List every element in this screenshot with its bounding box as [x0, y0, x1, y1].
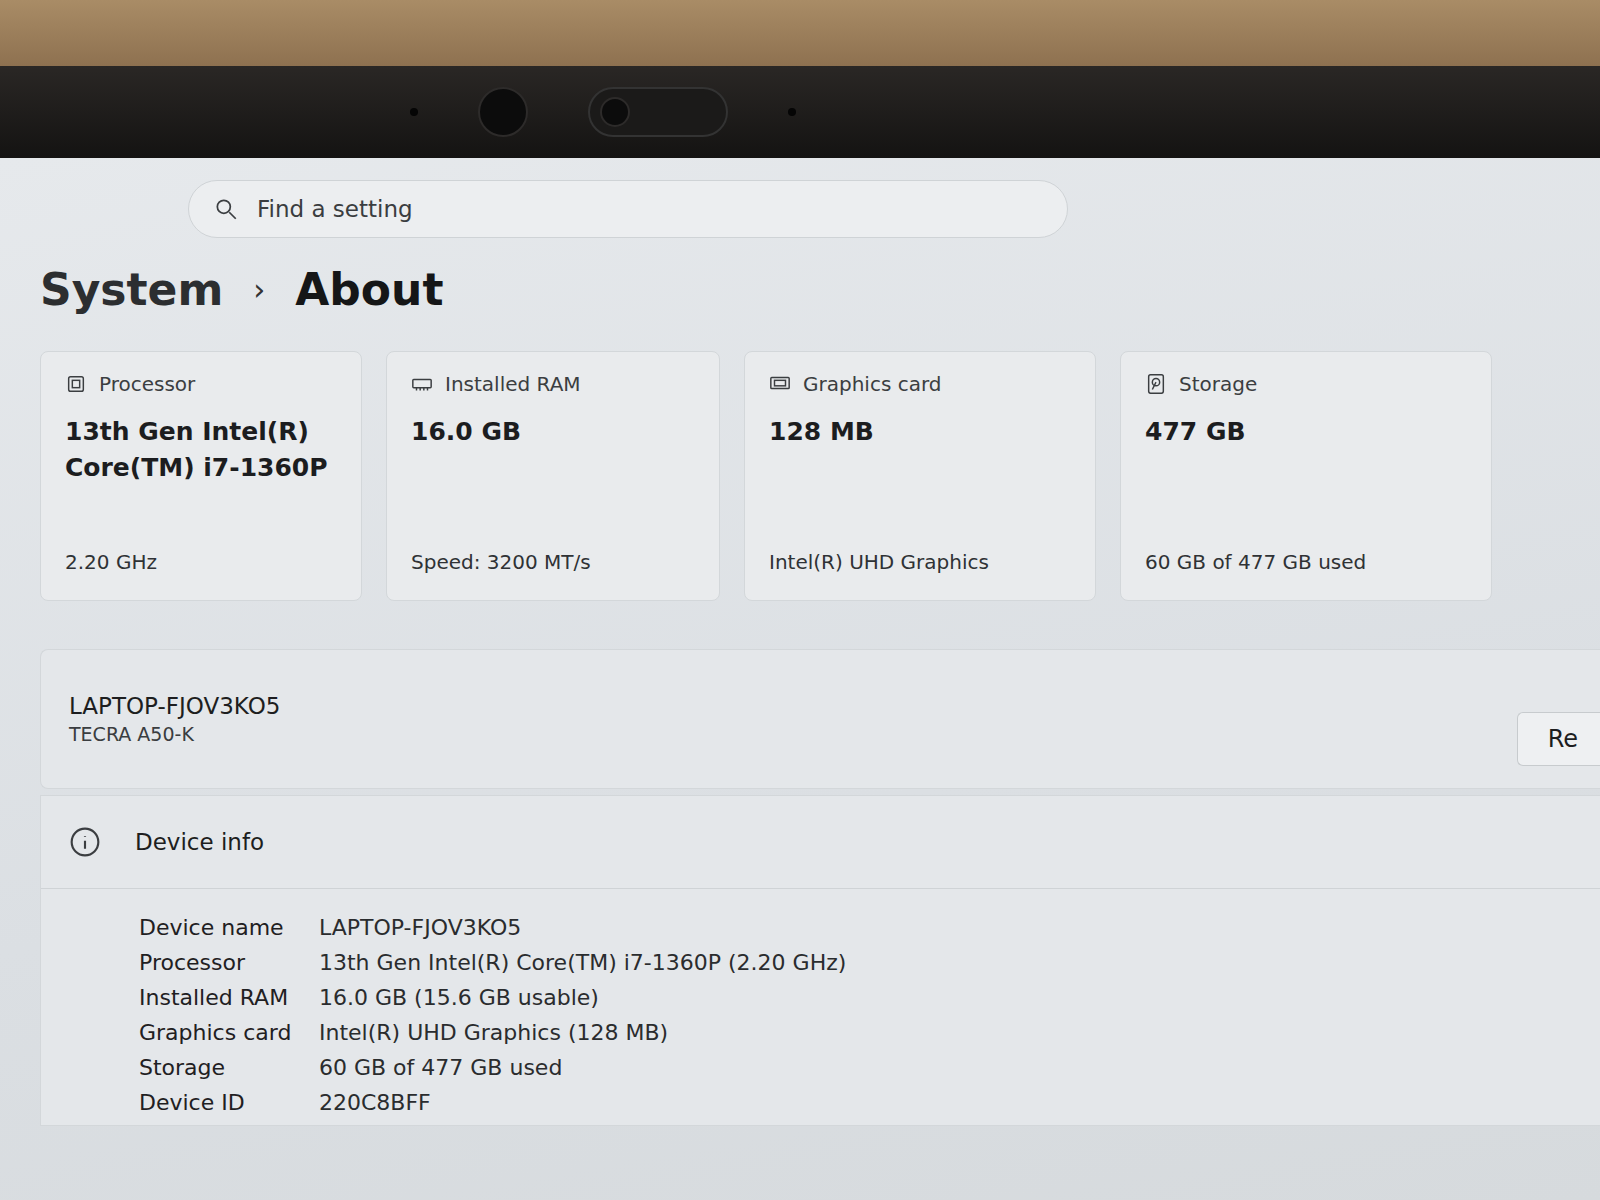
spec-card: Processor 13th Gen Intel(R) Core(TM) i7-1…	[40, 351, 362, 601]
card-detail: 60 GB of 477 GB used	[1145, 550, 1467, 574]
search-box[interactable]: Find a setting	[188, 180, 1068, 238]
breadcrumb-separator: ›	[253, 272, 265, 307]
spec-cards: Processor 13th Gen Intel(R) Core(TM) i7-1…	[40, 351, 1600, 601]
spec-card: Installed RAM 16.0 GB Speed: 3200 MT/s	[386, 351, 720, 601]
spec-value: 13th Gen Intel(R) Core(TM) i7-1360P (2.2…	[319, 950, 1600, 975]
spec-label: Device ID	[139, 1090, 319, 1115]
device-name: LAPTOP-FJOV3KO5	[69, 693, 280, 719]
storage-icon	[1145, 373, 1167, 395]
ram-icon	[411, 373, 433, 395]
spec-label: Processor	[139, 950, 319, 975]
screen-bezel	[0, 66, 1600, 158]
spec-value: 60 GB of 477 GB used	[319, 1055, 1600, 1080]
spec-value: Intel(R) UHD Graphics (128 MB)	[319, 1020, 1600, 1045]
webcam-icon	[588, 87, 728, 137]
device-info-header[interactable]: Device info	[41, 796, 1600, 889]
card-value: 128 MB	[769, 414, 1071, 450]
camera-lens-icon	[600, 97, 630, 127]
device-panel: LAPTOP-FJOV3KO5 TECRA A50-K Re	[40, 649, 1600, 789]
spec-value: 220C8BFF	[319, 1090, 1600, 1115]
card-header: Processor	[65, 372, 337, 396]
rename-button[interactable]: Re	[1517, 712, 1600, 766]
page-title: About	[295, 264, 443, 315]
sensor-lens-icon	[478, 87, 528, 137]
sensor-icon	[410, 108, 418, 116]
photo-of-laptop: Find a settingSystem›AboutProcessor13th …	[0, 0, 1600, 1200]
desk-background	[0, 0, 1600, 66]
search-icon	[213, 196, 239, 222]
card-detail: Speed: 3200 MT/s	[411, 550, 695, 574]
card-detail: Intel(R) UHD Graphics	[769, 550, 1071, 574]
info-icon	[69, 826, 101, 858]
card-value: 16.0 GB	[411, 414, 695, 450]
spec-list: Device nameLAPTOP-FJOV3KO5Processor13th …	[41, 889, 1600, 1125]
processor-icon	[65, 373, 87, 395]
spec-label: Installed RAM	[139, 985, 319, 1010]
spec-value: LAPTOP-FJOV3KO5	[319, 915, 1600, 940]
device-info-panel: Device infoDevice nameLAPTOP-FJOV3KO5Pro…	[40, 795, 1600, 1126]
card-detail: 2.20 GHz	[65, 550, 337, 574]
spec-value: 16.0 GB (15.6 GB usable)	[319, 985, 1600, 1010]
device-model: TECRA A50-K	[69, 723, 280, 745]
graphics-card-icon	[769, 373, 791, 395]
spec-label: Storage	[139, 1055, 319, 1080]
card-value: 477 GB	[1145, 414, 1467, 450]
breadcrumb: System › About	[40, 264, 1600, 315]
spec-card: Storage 477 GB 60 GB of 477 GB used	[1120, 351, 1492, 601]
card-header: Installed RAM	[411, 372, 695, 396]
card-header: Storage	[1145, 372, 1467, 396]
spec-card: Graphics card 128 MB Intel(R) UHD Graphics	[744, 351, 1096, 601]
mic-icon	[788, 108, 796, 116]
settings-window: Find a settingSystem›AboutProcessor13th …	[0, 158, 1600, 1200]
card-value: 13th Gen Intel(R) Core(TM) i7-1360P	[65, 414, 337, 487]
spec-label: Device name	[139, 915, 319, 940]
breadcrumb-item[interactable]: System	[40, 264, 223, 315]
spec-label: Graphics card	[139, 1020, 319, 1045]
card-header: Graphics card	[769, 372, 1071, 396]
